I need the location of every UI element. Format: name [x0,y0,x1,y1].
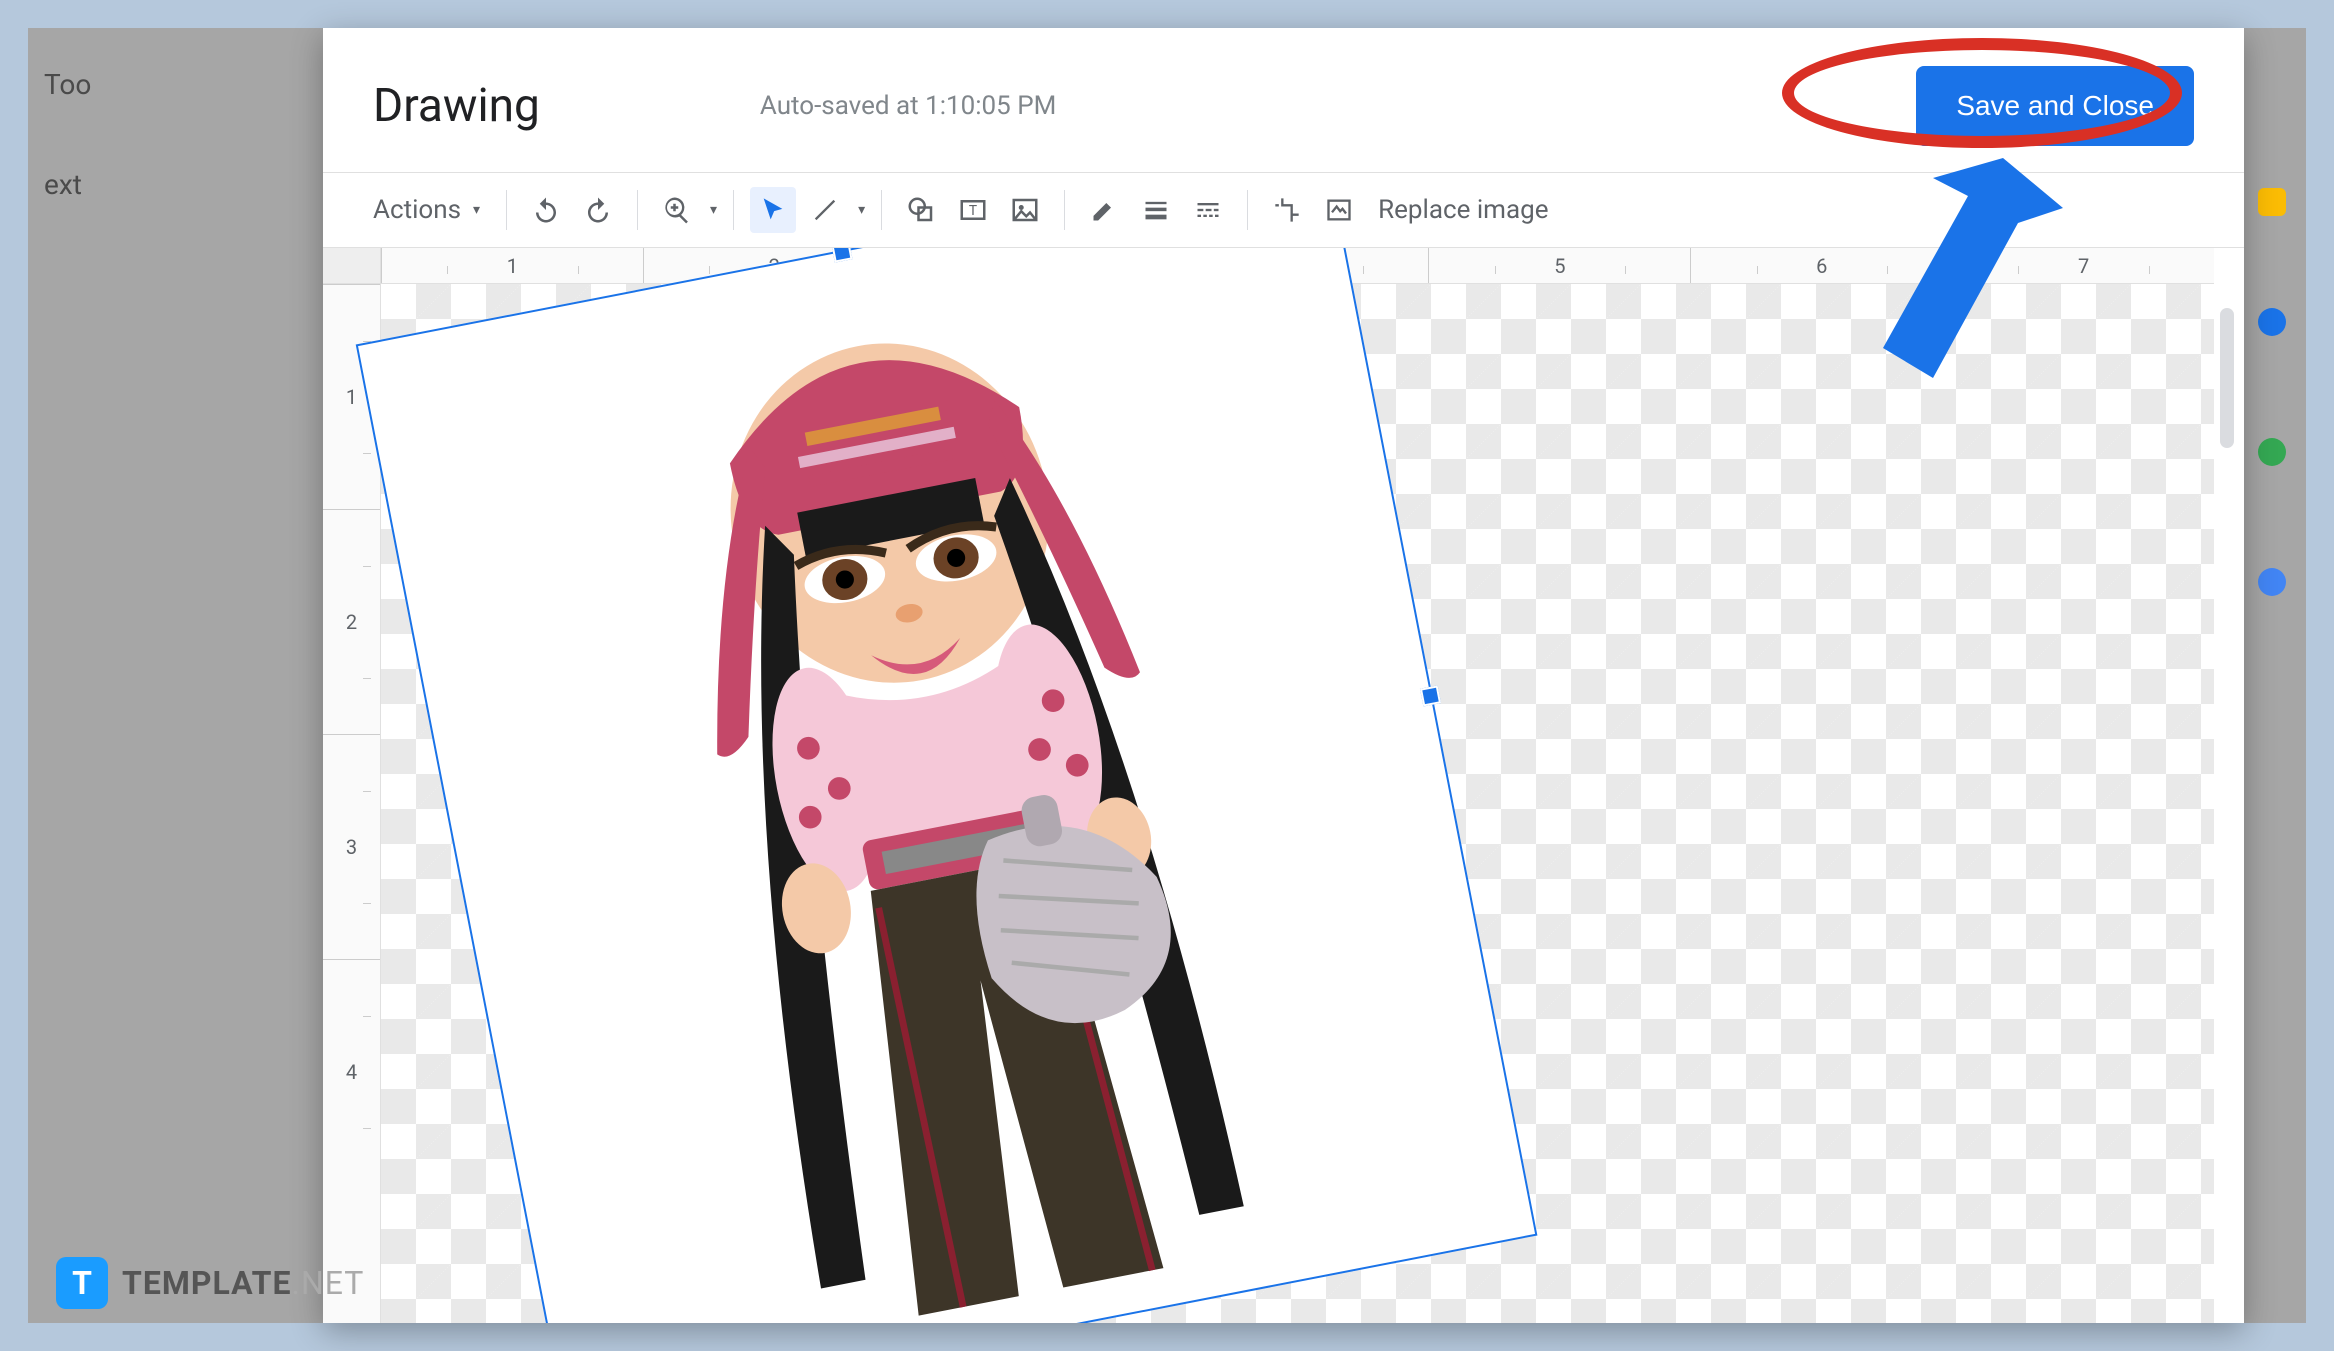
caret-down-icon: ▾ [473,202,480,218]
border-weight-button[interactable] [1133,187,1179,233]
ruler-tick: 3 [323,734,380,959]
separator [1064,190,1065,230]
separator [881,190,882,230]
watermark-text: TEMPLATE.NET [122,1264,364,1302]
selection-box [356,248,1538,1323]
shape-tool[interactable] [898,187,944,233]
separator [637,190,638,230]
watermark-light: .NET [292,1264,365,1302]
image-tool[interactable] [1002,187,1048,233]
resize-handle-tm[interactable] [831,248,852,263]
border-color-button[interactable] [1081,187,1127,233]
side-app-2[interactable] [2258,308,2286,336]
side-app-4[interactable] [2258,568,2286,596]
redo-icon [583,195,613,225]
bg-partial-text-2: ext [28,158,308,211]
ruler-corner [323,248,381,284]
undo-icon [531,195,561,225]
actions-label: Actions [373,195,461,225]
border-dash-button[interactable] [1185,187,1231,233]
mask-button[interactable] [1316,187,1362,233]
redo-button[interactable] [575,187,621,233]
line-icon [811,196,839,224]
separator [506,190,507,230]
shape-icon [906,195,936,225]
ruler-tick: 4 [323,959,380,1184]
zoom-button[interactable] [654,187,700,233]
doll-image [517,248,1375,1323]
watermark: T TEMPLATE.NET [56,1257,364,1309]
annotation-arrow [1793,148,2083,428]
pencil-icon [1090,196,1118,224]
line-dash-icon [1194,196,1222,224]
crop-icon [1273,196,1301,224]
ruler-tick: 1 [381,248,643,283]
drawing-dialog: Drawing Auto-saved at 1:10:05 PM Save an… [323,28,2244,1323]
zoom-caret-icon[interactable]: ▾ [710,202,717,218]
svg-text:T: T [969,203,977,219]
annotation-emphasis-circle [1782,38,2182,148]
select-tool[interactable] [750,187,796,233]
undo-button[interactable] [523,187,569,233]
zoom-icon [662,195,692,225]
replace-image-button[interactable]: Replace image [1368,187,1558,233]
right-side-panel [2246,48,2306,1303]
separator [1247,190,1248,230]
dialog-title: Drawing [373,79,540,133]
image-icon [1010,195,1040,225]
line-tool[interactable] [802,187,848,233]
resize-handle-rm[interactable] [1420,685,1441,706]
scrollbar[interactable] [2220,308,2234,448]
line-weight-icon [1142,196,1170,224]
bg-partial-text-1: Too [28,58,308,111]
vertical-ruler: 1 2 3 4 [323,284,381,1323]
separator [733,190,734,230]
replace-image-label: Replace image [1378,195,1548,225]
side-app-1[interactable] [2258,188,2286,216]
crop-button[interactable] [1264,187,1310,233]
actions-menu[interactable]: Actions ▾ [363,187,490,233]
mask-icon [1325,196,1353,224]
watermark-bold: TEMPLATE [122,1264,292,1302]
textbox-icon: T [958,195,988,225]
side-app-3[interactable] [2258,438,2286,466]
watermark-icon: T [56,1257,108,1309]
cursor-icon [759,196,787,224]
autosave-status: Auto-saved at 1:10:05 PM [760,91,1056,121]
textbox-tool[interactable]: T [950,187,996,233]
line-caret-icon[interactable]: ▾ [858,202,865,218]
ruler-tick: 2 [323,509,380,734]
